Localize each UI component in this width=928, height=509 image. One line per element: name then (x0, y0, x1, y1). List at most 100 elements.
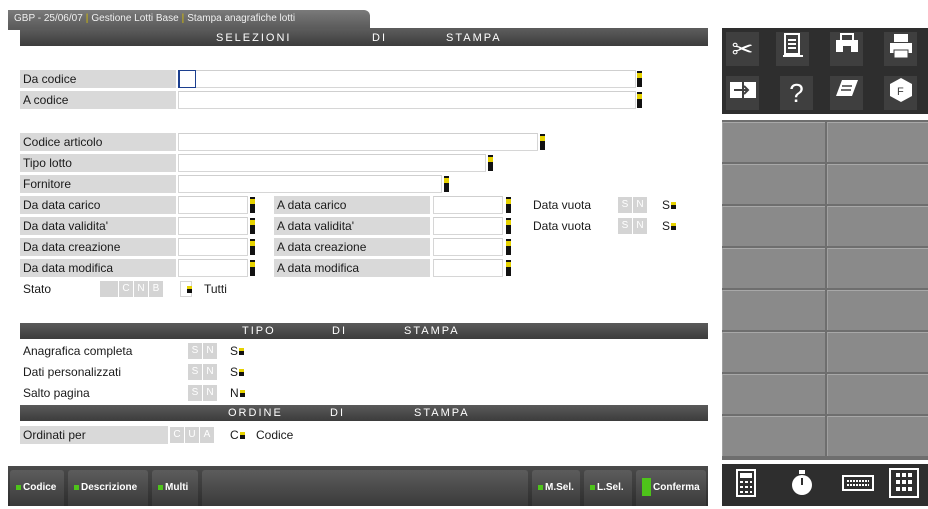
dati-personalizzati-options[interactable]: SN (188, 364, 217, 380)
grid-menu-icon[interactable] (884, 468, 924, 504)
option-c[interactable]: C (119, 281, 133, 297)
da-data-creazione-dropdown[interactable] (250, 239, 255, 255)
value-text: S (230, 365, 239, 379)
ordinati-per-value[interactable]: C (230, 427, 245, 443)
grid-button-3[interactable] (722, 164, 825, 204)
move-icon[interactable] (726, 76, 759, 110)
label-data-vuota-2: Data vuota (533, 219, 592, 233)
da-data-creazione-field[interactable] (178, 238, 248, 256)
grid-button-10[interactable] (827, 290, 928, 330)
a-data-modifica-field[interactable] (433, 259, 503, 277)
conferma-button[interactable]: Conferma (636, 470, 706, 506)
option-n[interactable]: N (633, 218, 647, 234)
data-vuota-2-options[interactable]: SN (618, 218, 647, 234)
printer-icon[interactable] (884, 32, 917, 66)
salto-pagina-value[interactable]: N (230, 385, 245, 401)
grid-button-1[interactable] (722, 122, 825, 162)
stato-options[interactable]: CNB (100, 281, 163, 297)
grid-button-15[interactable] (722, 416, 825, 456)
stopwatch-icon[interactable] (782, 468, 822, 504)
keyboard-icon[interactable] (838, 468, 878, 504)
option-s[interactable]: S (188, 364, 202, 380)
codice-articolo-field[interactable] (178, 133, 538, 151)
svg-text:F: F (897, 86, 904, 98)
a-codice-dropdown[interactable] (637, 92, 642, 108)
da-data-validita-dropdown[interactable] (250, 218, 255, 234)
option-s[interactable]: S (618, 197, 632, 213)
da-codice-field[interactable] (178, 70, 636, 88)
option-n[interactable]: N (203, 343, 217, 359)
option-blank[interactable] (100, 281, 118, 297)
anagrafica-completa-value[interactable]: S (230, 343, 245, 359)
da-codice-dropdown[interactable] (637, 71, 642, 87)
grid-button-2[interactable] (827, 122, 928, 162)
da-data-carico-field[interactable] (178, 196, 248, 214)
grid-button-11[interactable] (722, 332, 825, 372)
fornitore-field[interactable] (178, 175, 442, 193)
option-s[interactable]: S (188, 385, 202, 401)
codice-articolo-dropdown[interactable] (540, 134, 545, 150)
option-n[interactable]: N (203, 364, 217, 380)
text-cursor (178, 70, 196, 88)
print-preview-icon[interactable] (830, 32, 863, 66)
function-box-icon[interactable]: F (884, 76, 917, 110)
da-data-modifica-dropdown[interactable] (250, 260, 255, 276)
data-vuota-1-value[interactable]: S (662, 197, 677, 213)
codice-button[interactable]: Codice (10, 470, 64, 506)
option-s[interactable]: S (188, 343, 202, 359)
calculator-icon[interactable] (726, 468, 766, 504)
option-b[interactable]: B (149, 281, 163, 297)
a-data-modifica-dropdown[interactable] (506, 260, 511, 276)
da-data-carico-dropdown[interactable] (250, 197, 255, 213)
option-c[interactable]: C (170, 427, 184, 443)
fornitore-dropdown[interactable] (444, 176, 449, 192)
data-vuota-1-options[interactable]: SN (618, 197, 647, 213)
window-title-tab: GBP - 25/06/07 | Gestione Lotti Base | Stamp… (8, 10, 370, 28)
da-data-validita-field[interactable] (178, 217, 248, 235)
a-data-validita-field[interactable] (433, 217, 503, 235)
a-data-carico-field[interactable] (433, 196, 503, 214)
tipo-lotto-field[interactable] (178, 154, 486, 172)
option-n[interactable]: N (134, 281, 148, 297)
grid-button-8[interactable] (827, 248, 928, 288)
option-n[interactable]: N (203, 385, 217, 401)
data-vuota-2-value[interactable]: S (662, 218, 677, 234)
grid-button-5[interactable] (722, 206, 825, 246)
label-a-data-carico: A data carico (274, 196, 430, 214)
anagrafica-completa-options[interactable]: SN (188, 343, 217, 359)
tipo-lotto-dropdown[interactable] (488, 155, 493, 171)
stato-dropdown[interactable] (186, 281, 192, 297)
option-n[interactable]: N (633, 197, 647, 213)
option-a[interactable]: A (200, 427, 214, 443)
ordinati-per-options[interactable]: CUA (170, 427, 214, 443)
grid-button-14[interactable] (827, 374, 928, 414)
descrizione-button[interactable]: Descrizione (68, 470, 148, 506)
option-u[interactable]: U (185, 427, 199, 443)
salto-pagina-options[interactable]: SN (188, 385, 217, 401)
grid-button-13[interactable] (722, 374, 825, 414)
grid-button-9[interactable] (722, 290, 825, 330)
lsel-button[interactable]: L.Sel. (584, 470, 632, 506)
title-function: Stampa anagrafiche lotti (187, 13, 296, 24)
grid-button-4[interactable] (827, 164, 928, 204)
msel-button[interactable]: M.Sel. (532, 470, 580, 506)
grid-button-16[interactable] (827, 416, 928, 456)
empty-function-button[interactable] (202, 470, 528, 506)
a-data-carico-dropdown[interactable] (506, 197, 511, 213)
notes-icon[interactable] (830, 76, 863, 110)
option-s[interactable]: S (618, 218, 632, 234)
a-data-creazione-dropdown[interactable] (506, 239, 511, 255)
document-export-icon[interactable] (776, 32, 809, 66)
help-icon[interactable]: ? (780, 76, 813, 110)
led-icon (642, 478, 651, 497)
grid-button-12[interactable] (827, 332, 928, 372)
multi-button[interactable]: Multi (152, 470, 198, 506)
a-codice-field[interactable] (178, 91, 636, 109)
scissors-icon[interactable]: ✂ (726, 32, 759, 66)
da-data-modifica-field[interactable] (178, 259, 248, 277)
grid-button-6[interactable] (827, 206, 928, 246)
dati-personalizzati-value[interactable]: S (230, 364, 245, 380)
a-data-creazione-field[interactable] (433, 238, 503, 256)
grid-button-7[interactable] (722, 248, 825, 288)
a-data-validita-dropdown[interactable] (506, 218, 511, 234)
